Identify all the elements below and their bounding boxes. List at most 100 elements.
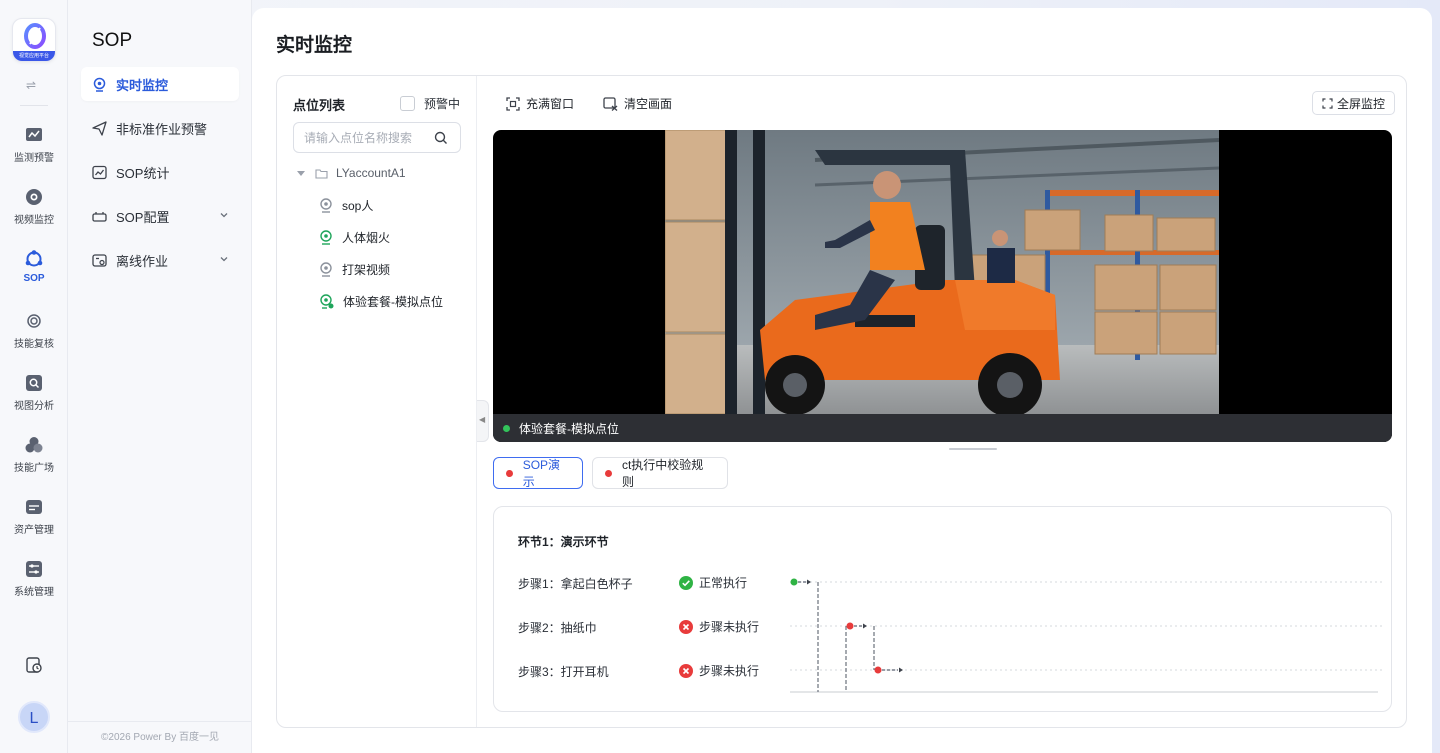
config-icon: [92, 211, 107, 222]
logo-icon: [24, 23, 46, 49]
icon-rail: 视觉应用平台 ⇌ 监测预警 视频监控 SOP 技能复核 视图分析 技能广场 资产…: [0, 0, 68, 753]
rail-label: SOP: [23, 273, 45, 284]
tree-node-label: 打架视频: [342, 263, 391, 277]
step-status-text: 步骤未执行: [699, 664, 760, 678]
warning-label: 预警中: [424, 97, 461, 111]
nav-item-sop-config[interactable]: SOP配置: [81, 199, 239, 233]
page-title: 实时监控: [276, 35, 353, 56]
clear-screen-button[interactable]: 清空画面: [603, 95, 672, 112]
sliders-icon: [26, 561, 42, 577]
tab-ct-rule-check[interactable]: ct执行中校验规则: [592, 457, 728, 489]
rail-toggle-icon[interactable]: ⇌: [26, 78, 36, 92]
folder-icon: [315, 168, 328, 179]
tree-node-label: 人体烟火: [342, 231, 391, 245]
tree-node-fight-video[interactable]: 打架视频: [319, 261, 390, 278]
point-search: [293, 122, 461, 153]
warning-filter[interactable]: 预警中: [400, 95, 460, 112]
rail-item-skill-review[interactable]: 技能复核: [0, 312, 68, 362]
schedule-icon[interactable]: [25, 656, 43, 674]
rail-label: 视图分析: [14, 401, 54, 412]
chevron-down-icon: [220, 213, 228, 218]
tree-node-smoke-fire[interactable]: 人体烟火: [319, 229, 390, 246]
database-icon: [26, 500, 42, 514]
sop-section-title: 环节1：演示环节: [518, 535, 609, 549]
step-label: 步骤2：抽纸巾: [518, 621, 597, 635]
video-player[interactable]: 体验套餐-模拟点位: [493, 130, 1392, 442]
circles-icon: [25, 437, 43, 453]
arrow-icon: [807, 579, 811, 585]
camera-active-icon: [320, 294, 334, 309]
x-circle-icon: [679, 619, 693, 634]
tab-label: ct执行中校验规则: [621, 458, 704, 489]
rail-item-monitor-alert[interactable]: 监测预警: [0, 126, 68, 176]
rail-label: 视频监控: [14, 215, 54, 226]
webcam-icon: [93, 77, 106, 92]
tab-status-dot: [506, 469, 513, 477]
point-list-panel: 点位列表 预警中 LYaccountA1: [277, 76, 477, 727]
online-status-dot: [503, 424, 510, 432]
step-label: 步骤1：拿起白色杯子: [518, 577, 633, 591]
search-icon[interactable]: [434, 131, 448, 145]
fullscreen-button[interactable]: 全屏监控: [1312, 91, 1396, 115]
send-icon: [92, 120, 107, 136]
nav-item-label: SOP配置: [116, 209, 170, 225]
user-avatar[interactable]: L: [18, 701, 50, 733]
chart-icon: [26, 128, 42, 141]
arrow-icon: [863, 623, 867, 629]
rail-item-skill-square[interactable]: 技能广场: [0, 436, 68, 486]
tab-sop-demo[interactable]: SOP演示: [493, 457, 583, 489]
tab-status-dot: [605, 469, 612, 477]
rail-label: 技能广场: [14, 463, 54, 474]
tree-node-label: 体验套餐-模拟点位: [343, 295, 443, 309]
rail-label: 监测预警: [14, 153, 54, 164]
x-circle-icon: [679, 663, 693, 678]
rail-item-video-monitor[interactable]: 视频监控: [0, 188, 68, 238]
nav-item-offline-job[interactable]: 离线作业: [81, 243, 239, 277]
tree-node-sop-person[interactable]: sop人: [319, 197, 373, 214]
tree-node-label: sop人: [342, 199, 374, 213]
warning-checkbox[interactable]: [400, 96, 415, 111]
rail-item-asset-management[interactable]: 资产管理: [0, 498, 68, 548]
nav-item-label: 实时监控: [116, 77, 169, 93]
monitor-panel: 点位列表 预警中 LYaccountA1: [276, 75, 1407, 728]
rail-label: 技能复核: [14, 339, 54, 350]
secondary-nav: SOP 实时监控 非标准作业预警 SOP统计 SOP配置 离线作业 ©2026 …: [68, 0, 252, 753]
nav-item-label: SOP统计: [116, 165, 170, 181]
tab-label: SOP演示: [522, 458, 561, 489]
fill-window-label: 充满窗口: [526, 97, 575, 111]
resize-handle[interactable]: [949, 448, 997, 450]
camera-online-icon: [320, 230, 332, 245]
video-caption: 体验套餐-模拟点位: [519, 421, 619, 436]
rail-item-view-analysis[interactable]: 视图分析: [0, 374, 68, 424]
nav-item-sop-statistics[interactable]: SOP统计: [81, 155, 239, 189]
arrow-icon: [899, 667, 903, 673]
tree-node-demo-point[interactable]: 体验套餐-模拟点位: [319, 293, 443, 310]
nav-item-label: 非标准作业预警: [116, 121, 208, 137]
nav-item-nonstandard-alert[interactable]: 非标准作业预警: [81, 111, 239, 145]
app-logo[interactable]: 视觉应用平台: [12, 18, 56, 62]
stats-icon: [92, 165, 107, 179]
nav-item-label: 离线作业: [116, 253, 169, 269]
point-search-input[interactable]: [304, 130, 424, 145]
sop-icon: [25, 250, 43, 267]
caret-down-icon[interactable]: [297, 169, 305, 177]
video-caption-bar: 体验套餐-模拟点位: [493, 414, 1392, 442]
rail-item-sop[interactable]: SOP: [0, 250, 68, 300]
copyright-footer: ©2026 Power By 百度一见: [68, 721, 252, 753]
rail-divider: [20, 105, 48, 106]
sop-steps-card: 环节1：演示环节 步骤1：拿起白色杯子 正常执行 步骤2：抽纸巾 步骤未执行 步…: [493, 506, 1392, 712]
clear-screen-label: 清空画面: [624, 97, 673, 111]
camera-icon: [320, 198, 332, 213]
step-1-marker: [790, 578, 798, 586]
nav-item-realtime-monitor[interactable]: 实时监控: [81, 67, 239, 101]
point-list-title: 点位列表: [293, 98, 346, 113]
rail-label: 资产管理: [14, 525, 54, 536]
fill-window-button[interactable]: 充满窗口: [506, 95, 574, 112]
camera-icon: [320, 262, 332, 277]
target-icon: [27, 314, 41, 328]
step-status: 步骤未执行: [679, 662, 759, 679]
clear-screen-icon: [603, 96, 618, 111]
rail-item-system-management[interactable]: 系统管理: [0, 560, 68, 610]
collapse-panel-handle[interactable]: ◀: [477, 400, 489, 442]
tree-root[interactable]: LYaccountA1: [297, 166, 406, 180]
